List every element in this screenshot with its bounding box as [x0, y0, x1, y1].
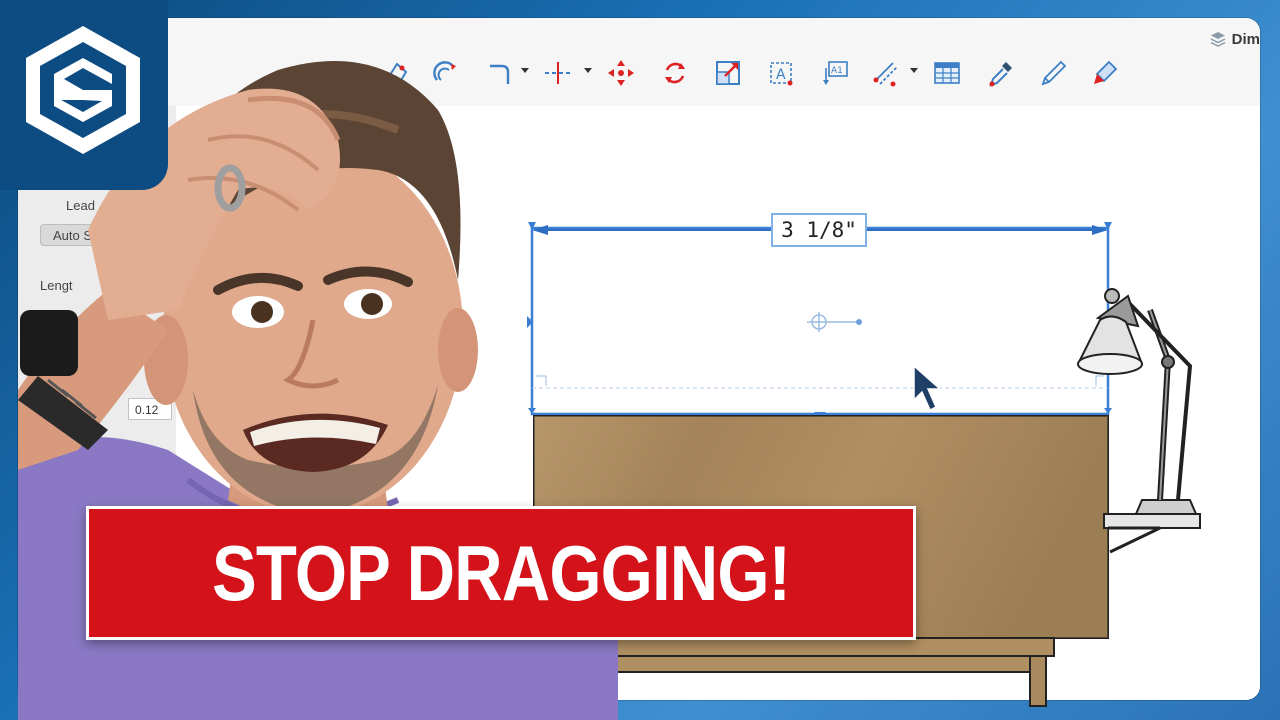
svg-text:A: A	[776, 67, 786, 83]
pen-icon	[1041, 60, 1067, 86]
sketchup-logo-icon	[26, 26, 140, 154]
eyedropper-icon	[989, 62, 1012, 87]
brand-logo	[0, 0, 168, 190]
layers-icon	[1210, 32, 1225, 47]
svg-text:A1: A1	[831, 66, 843, 76]
banner-text: STOP DRAGGING!	[211, 529, 791, 617]
dimension-dropdown-caret[interactable]	[910, 68, 918, 73]
marker-icon	[1094, 60, 1118, 84]
title-banner: STOP DRAGGING!	[86, 506, 916, 640]
scale-tool-button[interactable]	[711, 56, 745, 90]
rotate-icon	[665, 62, 685, 84]
label-tool-button[interactable]: A1	[818, 56, 852, 90]
label-icon: A1	[823, 61, 848, 85]
table-icon	[934, 62, 960, 84]
smartwatch-icon	[20, 310, 78, 376]
dimension-label[interactable]: 3 1/8"	[771, 213, 867, 247]
scale-icon	[716, 61, 740, 85]
style-tool-button[interactable]	[1037, 56, 1071, 90]
document-tab[interactable]: Dim	[1210, 26, 1260, 52]
dimension-tool-button[interactable]	[869, 56, 903, 90]
rotate-tool-button[interactable]	[658, 56, 692, 90]
text-icon: A	[770, 62, 793, 86]
document-tab-label: Dim	[1231, 30, 1260, 48]
dimension-icon	[873, 62, 898, 87]
text-tool-button[interactable]: A	[764, 56, 798, 90]
paint-tool-button[interactable]	[1088, 56, 1122, 90]
table-tool-button[interactable]	[930, 56, 964, 90]
sample-tool-button[interactable]	[984, 56, 1018, 90]
